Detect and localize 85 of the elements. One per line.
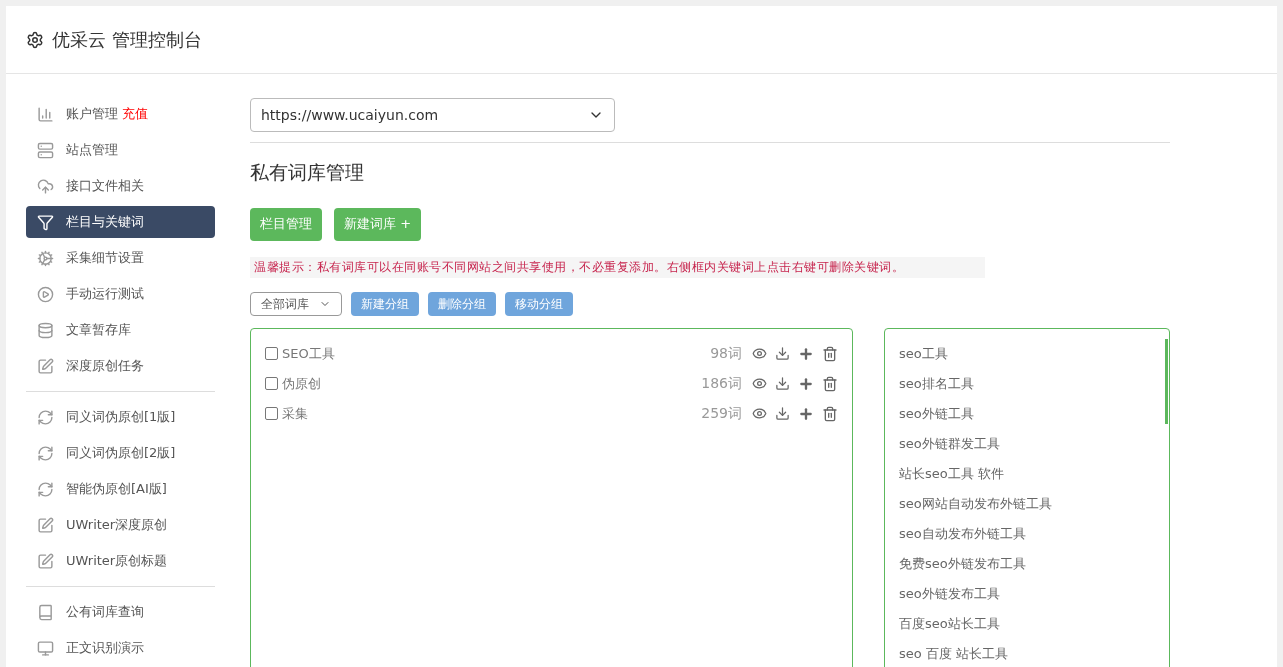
sidebar-item[interactable]: 同义词伪原创[1版]	[26, 401, 215, 433]
add-icon[interactable]	[798, 405, 814, 422]
keyword-item[interactable]: 免费seo外链发布工具	[899, 548, 1155, 579]
sidebar-item[interactable]: 栏目与关键词	[26, 206, 215, 238]
sidebar-item[interactable]: 正文识别演示	[26, 632, 215, 664]
word-count: 186词	[701, 374, 742, 394]
page-title: 私有词库管理	[250, 160, 365, 185]
library-name[interactable]: SEO工具	[282, 344, 335, 364]
sidebar-item[interactable]: 手动运行测试	[26, 278, 215, 310]
refresh-icon	[37, 444, 54, 462]
download-icon[interactable]	[775, 376, 790, 392]
view-icon[interactable]	[752, 406, 767, 422]
sidebar-label: 正文识别演示	[66, 639, 144, 658]
keyword-item[interactable]: 百度seo站长工具	[899, 608, 1155, 639]
edit-icon	[37, 516, 54, 534]
sidebar-label: 智能伪原创[AI版]	[66, 480, 167, 499]
chart-icon	[37, 105, 54, 123]
settings-icon	[26, 30, 44, 49]
keyword-item[interactable]: seo外链群发工具	[899, 428, 1155, 459]
edit-icon	[37, 357, 54, 375]
database-icon	[37, 321, 54, 339]
sidebar-label: 公有词库查询	[66, 603, 144, 622]
sidebar-label: 同义词伪原创[2版]	[66, 444, 176, 463]
console-title: 优采云 管理控制台	[52, 28, 202, 52]
download-icon[interactable]	[775, 346, 790, 362]
filter-icon	[37, 213, 54, 231]
sidebar-item[interactable]: 文章暂存库	[26, 314, 215, 346]
cloud-upload-icon	[37, 177, 54, 195]
view-icon[interactable]	[752, 376, 767, 392]
keyword-item[interactable]: seo外链发布工具	[899, 578, 1155, 609]
sidebar-item[interactable]: 账户管理 充值	[26, 98, 215, 130]
refresh-icon	[37, 408, 54, 426]
keyword-item[interactable]: 站长seo工具 软件	[899, 458, 1155, 489]
sidebar-item[interactable]: 接口文件相关	[26, 170, 215, 202]
sidebar-label: 文章暂存库	[66, 321, 131, 340]
scrollbar-thumb[interactable]	[1165, 338, 1168, 424]
sidebar-item[interactable]: 公有词库查询	[26, 596, 215, 628]
keyword-item[interactable]: seo 百度 站长工具	[899, 638, 1155, 667]
keyword-item[interactable]: seo排名工具	[899, 368, 1155, 399]
keyword-item[interactable]: seo网站自动发布外链工具	[899, 488, 1155, 519]
download-icon[interactable]	[775, 406, 790, 422]
sidebar-item[interactable]: UWriter原创标题	[26, 545, 215, 577]
library-name[interactable]: 采集	[282, 404, 308, 424]
sidebar-item[interactable]: 站点管理	[26, 134, 215, 166]
sidebar-item[interactable]: 采集细节设置	[26, 242, 215, 274]
refresh-icon	[37, 480, 54, 498]
edit-icon	[37, 552, 54, 570]
delete-icon[interactable]	[822, 345, 838, 362]
sidebar-label: UWriter深度原创	[66, 516, 168, 535]
word-count: 259词	[701, 404, 742, 424]
add-icon[interactable]	[798, 345, 814, 362]
keyword-item[interactable]: seo工具	[899, 338, 1155, 369]
sidebar-label: 接口文件相关	[66, 177, 144, 196]
sidebar-item[interactable]: 智能伪原创[AI版]	[26, 473, 215, 505]
monitor-icon	[37, 639, 54, 657]
view-icon[interactable]	[752, 346, 767, 362]
sidebar-label: 账户管理	[66, 105, 118, 124]
server-icon	[37, 141, 54, 159]
play-icon	[37, 285, 54, 303]
gears-icon	[37, 249, 54, 267]
sidebar-label: 采集细节设置	[66, 249, 144, 268]
sidebar-label: 深度原创任务	[66, 357, 144, 376]
sidebar-label: UWriter原创标题	[66, 552, 168, 571]
library-checkbox[interactable]	[265, 347, 278, 361]
sidebar-label: 站点管理	[66, 141, 118, 160]
sidebar-label: 同义词伪原创[1版]	[66, 408, 176, 427]
word-count: 98词	[710, 344, 742, 364]
library-checkbox[interactable]	[265, 407, 278, 421]
library-checkbox[interactable]	[265, 377, 278, 391]
recharge-link[interactable]: 充值	[122, 104, 148, 124]
sidebar-item[interactable]: 同义词伪原创[2版]	[26, 437, 215, 469]
sidebar-item[interactable]: 深度原创任务	[26, 350, 215, 382]
book-icon	[37, 603, 54, 621]
site-select[interactable]: https://www.ucaiyun.com	[250, 98, 615, 132]
keyword-item[interactable]: seo外链工具	[899, 398, 1155, 429]
delete-icon[interactable]	[822, 375, 838, 392]
notice-text: 温馨提示：私有词库可以在同账号不同网站之间共享使用，不必重复添加。右侧框内关键词上点击右键可删除关键词。	[250, 256, 985, 278]
sidebar-label: 手动运行测试	[66, 285, 144, 304]
sidebar-item[interactable]: UWriter深度原创	[26, 509, 215, 541]
keyword-item[interactable]: seo自动发布外链工具	[899, 518, 1155, 549]
add-icon[interactable]	[798, 375, 814, 392]
group-select[interactable]: 全部词库	[250, 291, 342, 316]
sidebar-label: 栏目与关键词	[66, 213, 144, 232]
delete-icon[interactable]	[822, 405, 838, 422]
library-name[interactable]: 伪原创	[282, 374, 321, 394]
